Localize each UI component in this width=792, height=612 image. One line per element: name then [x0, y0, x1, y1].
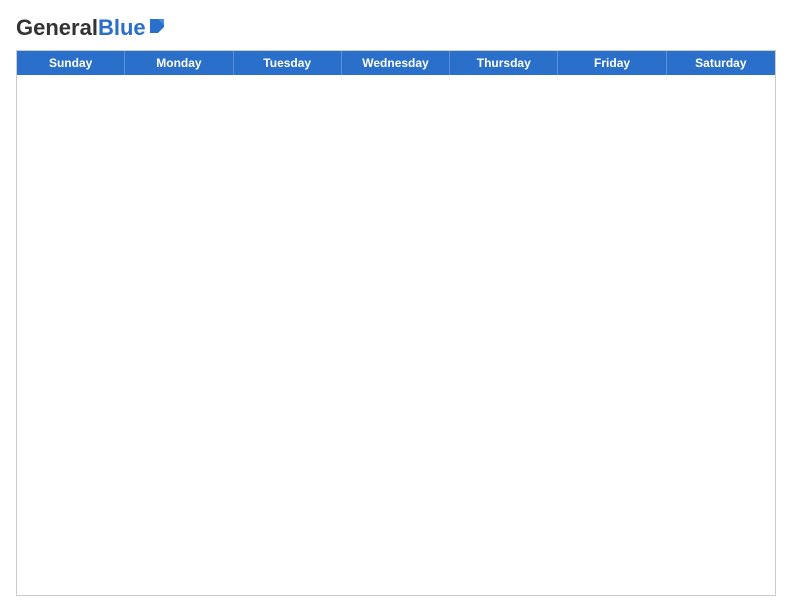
logo-general: General [16, 15, 98, 40]
weekday-header-wednesday: Wednesday [342, 51, 450, 75]
page: GeneralBlue SundayMondayTuesdayWednesday… [0, 0, 792, 612]
weekday-header-thursday: Thursday [450, 51, 558, 75]
logo: GeneralBlue [16, 16, 166, 40]
logo-text: GeneralBlue [16, 16, 146, 40]
weekday-header-friday: Friday [558, 51, 666, 75]
weekday-header-sunday: Sunday [17, 51, 125, 75]
weekday-header-monday: Monday [125, 51, 233, 75]
calendar: SundayMondayTuesdayWednesdayThursdayFrid… [16, 50, 776, 596]
weekday-header-saturday: Saturday [667, 51, 775, 75]
calendar-header: SundayMondayTuesdayWednesdayThursdayFrid… [17, 51, 775, 75]
weekday-header-tuesday: Tuesday [234, 51, 342, 75]
logo-icon [148, 17, 166, 35]
logo-blue: Blue [98, 15, 146, 40]
header: GeneralBlue [16, 16, 776, 40]
calendar-body [17, 75, 775, 595]
